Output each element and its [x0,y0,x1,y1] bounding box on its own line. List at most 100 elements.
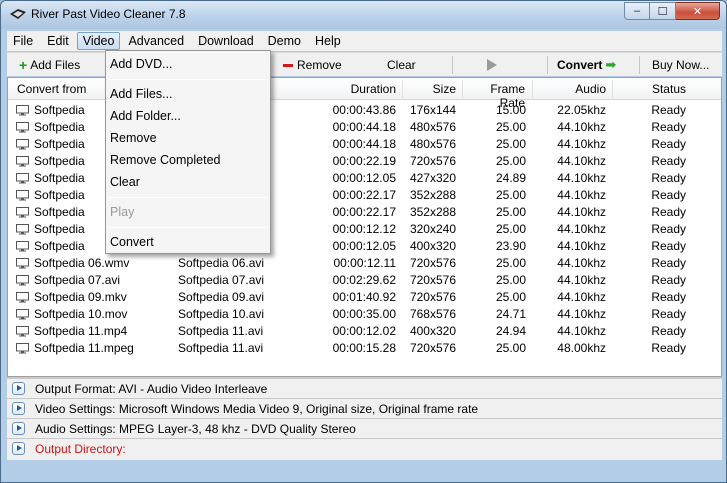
monitor-icon [16,224,29,235]
cell-audio: 44.10khz [557,307,606,321]
cell-audio: 44.10khz [557,290,606,304]
clear-button[interactable]: Clear [387,55,416,75]
cell-convert-from: Softpedia [34,171,85,185]
convert-button[interactable]: Convert ➡ [557,55,616,75]
expand-arrow-icon[interactable] [12,382,25,395]
cell-size: 720x576 [409,341,456,355]
cell-status: Ready [651,307,686,321]
column-duration[interactable]: Duration [328,82,396,96]
menu-item-clear[interactable]: Clear [110,175,140,189]
cell-duration: 00:00:12.05 [332,239,396,253]
cell-status: Ready [651,103,686,117]
output-directory-text: Output Directory: [35,442,126,456]
close-button[interactable]: ✕ [676,2,720,20]
monitor-icon [16,309,29,320]
cell-convert-to: Softpedia 11.avi [178,341,264,355]
maximize-button[interactable]: ☐ [650,2,676,20]
cell-size: 427x320 [409,171,456,185]
cell-duration: 00:00:43.86 [332,103,396,117]
cell-status: Ready [651,324,686,338]
monitor-icon [16,173,29,184]
table-row[interactable]: Softpedia 07.avi Softpedia 07.avi 00:02:29… [8,272,721,289]
menu-download[interactable]: Download [192,32,260,50]
output-directory-panel[interactable]: Output Directory: [7,438,722,460]
column-size[interactable]: Size [408,82,456,96]
table-row[interactable]: Softpedia 10.mov Softpedia 10.avi 00:00:35… [8,306,721,323]
expand-arrow-icon[interactable] [12,442,25,455]
menu-video[interactable]: Video [76,32,121,50]
cell-duration: 00:01:40.92 [332,290,396,304]
cell-audio: 44.10khz [557,171,606,185]
menu-edit[interactable]: Edit [41,32,75,50]
cell-convert-to: Softpedia 10.avi [178,307,265,321]
menu-item-remove-completed[interactable]: Remove Completed [110,153,220,167]
table-row[interactable]: Softpedia 11.mp4 Softpedia 11.avi 00:00:12… [8,323,721,340]
audio-settings-text: Audio Settings: MPEG Layer-3, 48 khz - D… [35,422,356,436]
table-row[interactable]: Softpedia 09.mkv Softpedia 09.avi 00:01:40… [8,289,721,306]
cell-duration: 00:00:22.17 [332,205,396,219]
cell-audio: 44.10khz [557,239,606,253]
cell-duration: 00:00:22.19 [332,154,396,168]
audio-settings-panel[interactable]: Audio Settings: MPEG Layer-3, 48 khz - D… [7,418,722,438]
cell-frame-rate: 24.94 [495,324,526,338]
expand-arrow-icon[interactable] [12,402,25,415]
buy-now-button[interactable]: Buy Now... [652,55,709,75]
cell-convert-from: Softpedia [34,188,85,202]
menu-item-add-dvd[interactable]: Add DVD... [110,57,173,71]
arrow-right-icon: ➡ [605,57,617,72]
menu-item-remove[interactable]: Remove [110,131,157,145]
cell-size: 352x288 [409,188,456,202]
video-settings-panel[interactable]: Video Settings: Microsoft Windows Media … [7,398,722,418]
cell-frame-rate: 23.90 [495,239,526,253]
monitor-icon [16,207,29,218]
menu-file[interactable]: File [7,32,39,50]
cell-convert-from: Softpedia [34,137,85,151]
cell-convert-from: Softpedia [34,222,85,236]
cell-audio: 22.05khz [557,103,606,117]
cell-size: 320x240 [409,222,456,236]
table-row[interactable]: Softpedia 06.wmv Softpedia 06.avi 00:00:12… [8,255,721,272]
column-status[interactable]: Status [618,82,686,96]
column-convert-from[interactable]: Convert from [17,82,86,96]
table-row[interactable]: Softpedia 11.mpeg Softpedia 11.avi 00:00:1… [8,340,721,357]
cell-duration: 00:00:15.28 [332,341,396,355]
cell-size: 720x576 [409,256,456,270]
cell-status: Ready [651,205,686,219]
cell-status: Ready [651,341,686,355]
menu-item-add-folder[interactable]: Add Folder... [110,109,181,123]
menu-item-convert[interactable]: Convert [110,235,154,249]
cell-frame-rate: 25.00 [495,341,526,355]
minimize-button[interactable]: – [624,2,650,20]
play-button[interactable] [487,55,497,75]
monitor-icon [16,326,29,337]
cell-status: Ready [651,188,686,202]
add-files-button[interactable]: + Add Files [19,55,80,75]
menu-advanced[interactable]: Advanced [122,32,190,50]
menu-item-add-files[interactable]: Add Files... [110,87,173,101]
column-audio[interactable]: Audio [538,82,606,96]
output-format-panel[interactable]: Output Format: AVI - Audio Video Interle… [7,378,722,398]
add-files-label: Add Files [30,58,81,72]
cell-audio: 48.00khz [557,341,606,355]
menu-demo[interactable]: Demo [262,32,307,50]
cell-frame-rate: 24.71 [495,307,526,321]
cell-frame-rate: 25.00 [495,273,526,287]
cell-size: 400x320 [409,239,456,253]
title-bar: River Past Video Cleaner 7.8 – ☐ ✕ [1,1,726,29]
cell-frame-rate: 25.00 [495,256,526,270]
plus-icon: + [19,57,28,73]
maximize-icon: ☐ [657,5,668,18]
remove-button[interactable]: Remove [283,55,342,75]
cell-status: Ready [651,239,686,253]
app-window: River Past Video Cleaner 7.8 – ☐ ✕ File … [0,0,727,483]
cell-convert-from: Softpedia [34,239,85,253]
menu-help[interactable]: Help [309,32,347,50]
cell-convert-from: Softpedia 11.mpeg [34,341,134,355]
expand-arrow-icon[interactable] [12,422,25,435]
cell-status: Ready [651,154,686,168]
cell-size: 480x576 [409,137,456,151]
cell-status: Ready [651,120,686,134]
play-icon [487,59,497,71]
monitor-icon [16,258,29,269]
cell-audio: 44.10khz [557,256,606,270]
